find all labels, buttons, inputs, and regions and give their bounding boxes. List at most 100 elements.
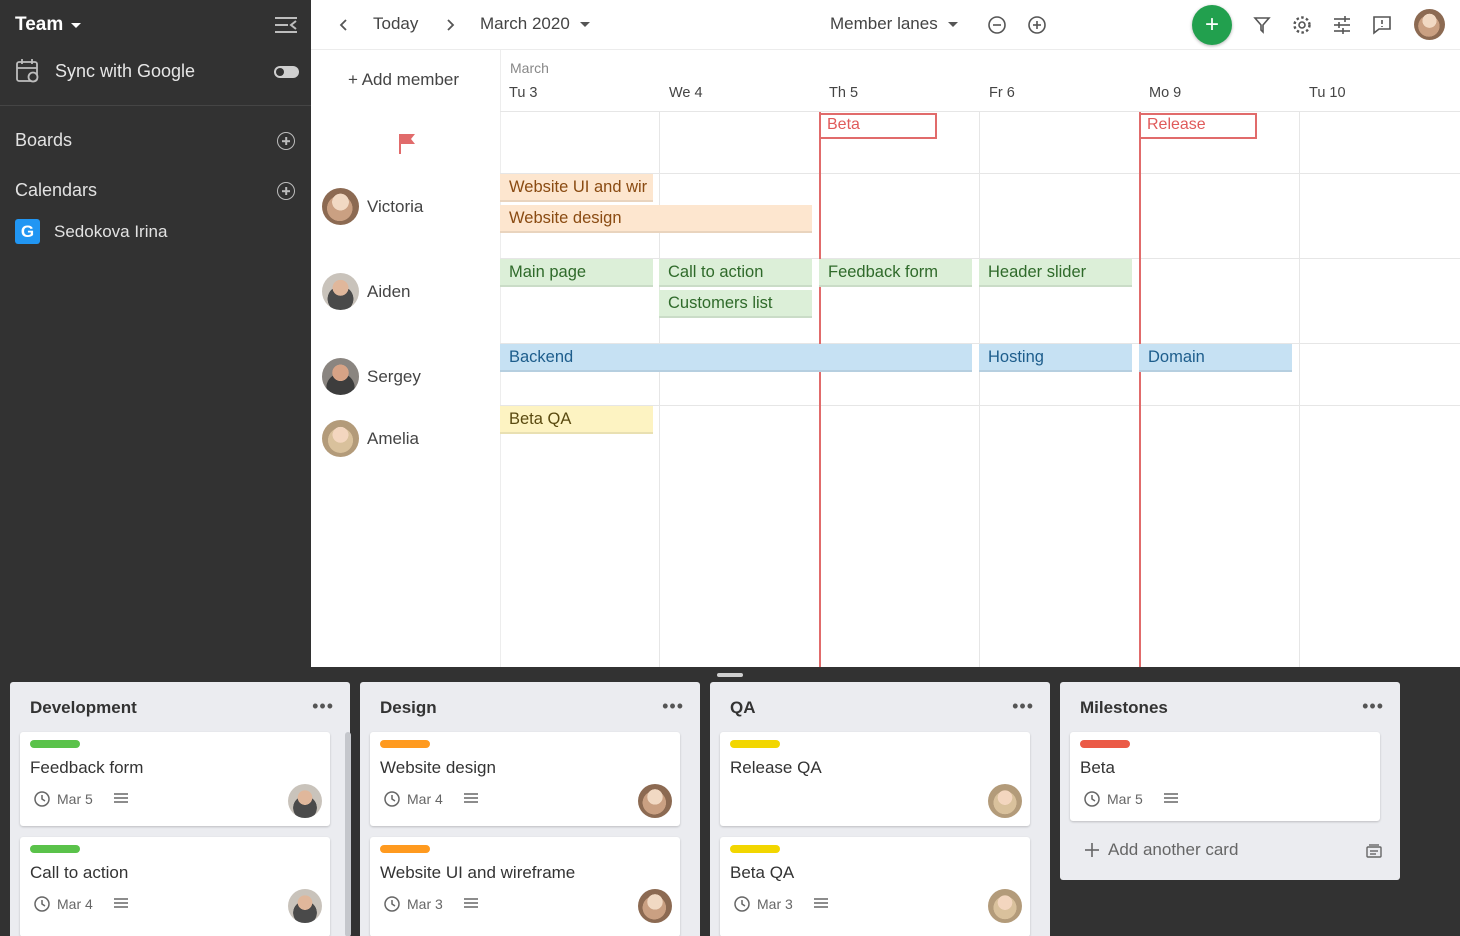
card[interactable]: Website design Mar 4 <box>370 732 680 826</box>
view-selector[interactable]: Member lanes <box>830 14 958 34</box>
milestone-beta[interactable]: Beta <box>819 113 937 139</box>
clock-icon <box>734 896 750 912</box>
add-button[interactable]: + <box>1192 5 1232 45</box>
more-icon[interactable]: ••• <box>1362 696 1384 717</box>
resize-handle[interactable] <box>717 673 743 677</box>
avatar <box>322 188 359 225</box>
user-avatar[interactable] <box>1414 9 1445 40</box>
flag-icon <box>399 134 415 154</box>
grid-line <box>979 112 980 667</box>
task-bar[interactable]: Hosting <box>979 344 1132 372</box>
list-title[interactable]: QA <box>730 698 756 718</box>
team-switcher[interactable]: Team <box>15 14 82 36</box>
grid-line <box>500 111 1460 112</box>
avatar <box>288 784 322 818</box>
sidebar: Team Sync with Google Boards Calendars G… <box>0 0 311 667</box>
filter-icon[interactable] <box>1251 14 1273 36</box>
description-icon <box>113 793 128 803</box>
description-icon <box>463 793 478 803</box>
list-title[interactable]: Design <box>380 698 437 718</box>
member-victoria[interactable]: Victoria <box>322 188 423 225</box>
day-header: We 4 <box>669 85 703 101</box>
card[interactable]: Beta QA Mar 3 <box>720 837 1030 936</box>
list-design: Design ••• Website design Mar 4 Website … <box>360 682 700 936</box>
card-meta: Mar 3 <box>733 895 829 913</box>
card[interactable]: Website UI and wireframe Mar 3 <box>370 837 680 936</box>
task-bar[interactable]: Customers list <box>659 290 812 318</box>
month-label: March 2020 <box>480 14 570 33</box>
description-icon <box>813 898 828 908</box>
scrollbar[interactable] <box>345 732 351 936</box>
month-header: March <box>510 60 549 76</box>
task-bar[interactable]: Feedback form <box>819 259 972 287</box>
card-meta: Mar 5 <box>1083 790 1179 808</box>
card-date: Mar 4 <box>407 791 443 807</box>
more-icon[interactable]: ••• <box>662 696 684 717</box>
chevron-down-icon <box>579 21 590 27</box>
add-member-button[interactable]: + Add member <box>348 70 459 90</box>
list-title[interactable]: Development <box>30 698 137 718</box>
card[interactable]: Call to action Mar 4 <box>20 837 330 936</box>
description-icon <box>113 898 128 908</box>
team-label: Team <box>15 14 64 35</box>
sliders-icon[interactable] <box>1331 14 1353 36</box>
card-date: Mar 5 <box>57 791 93 807</box>
add-calendar-icon[interactable] <box>277 182 295 200</box>
task-bar[interactable]: Call to action <box>659 259 812 287</box>
sidebar-item-calendar[interactable]: G Sedokova Irina <box>15 219 167 244</box>
month-picker[interactable]: March 2020 <box>480 14 590 34</box>
clock-icon <box>1084 791 1100 807</box>
sidebar-divider <box>0 105 311 106</box>
chevron-down-icon <box>71 22 82 28</box>
card-meta: Mar 3 <box>383 895 479 913</box>
day-header: Th 5 <box>829 85 859 101</box>
task-bar[interactable]: Beta QA <box>500 406 653 434</box>
card-date: Mar 3 <box>407 896 443 912</box>
task-bar[interactable]: Backend <box>500 344 972 372</box>
milestone-release[interactable]: Release <box>1139 113 1257 139</box>
task-bar[interactable]: Domain <box>1139 344 1292 372</box>
avatar <box>638 889 672 923</box>
more-icon[interactable]: ••• <box>1012 696 1034 717</box>
chevron-left-icon[interactable] <box>333 14 355 36</box>
avatar <box>322 273 359 310</box>
day-header: Fr 6 <box>989 85 1015 101</box>
card-title: Feedback form <box>30 758 144 777</box>
gear-icon[interactable] <box>1291 14 1313 36</box>
clock-icon <box>384 791 400 807</box>
toolbar: Today March 2020 Member lanes + <box>311 0 1460 50</box>
card-label <box>730 740 780 748</box>
sync-label: Sync with Google <box>55 60 196 81</box>
feedback-icon[interactable] <box>1371 14 1393 36</box>
card-title: Release QA <box>730 758 822 777</box>
task-bar[interactable]: Header slider <box>979 259 1132 287</box>
card[interactable]: Beta Mar 5 <box>1070 732 1380 821</box>
chevron-right-icon[interactable] <box>439 14 461 36</box>
task-bar[interactable]: Main page <box>500 259 653 287</box>
add-card-button[interactable]: Add another card <box>1084 840 1238 860</box>
sync-google[interactable]: Sync with Google <box>15 58 195 84</box>
calendars-heading[interactable]: Calendars <box>15 180 97 201</box>
more-icon[interactable]: ••• <box>312 696 334 717</box>
zoom-out-icon[interactable] <box>986 14 1008 36</box>
member-sergey[interactable]: Sergey <box>322 358 421 395</box>
zoom-in-icon[interactable] <box>1026 14 1048 36</box>
avatar <box>638 784 672 818</box>
member-name: Victoria <box>367 196 424 216</box>
card-title: Call to action <box>30 863 129 882</box>
boards-heading[interactable]: Boards <box>15 130 72 151</box>
sync-toggle[interactable] <box>274 66 299 78</box>
clock-icon <box>384 896 400 912</box>
card[interactable]: Feedback form Mar 5 <box>20 732 330 826</box>
calendar-view: + Add member March Tu 3 We 4 Th 5 Fr 6 M… <box>311 50 1460 667</box>
collapse-sidebar-icon[interactable] <box>274 16 298 34</box>
list-title[interactable]: Milestones <box>1080 698 1168 718</box>
card-template-icon[interactable] <box>1366 844 1382 858</box>
today-button[interactable]: Today <box>373 14 418 34</box>
add-board-icon[interactable] <box>277 132 295 150</box>
task-bar[interactable]: Website design <box>500 205 812 233</box>
card[interactable]: Release QA <box>720 732 1030 826</box>
member-aiden[interactable]: Aiden <box>322 273 410 310</box>
task-bar[interactable]: Website UI and wir <box>500 174 653 202</box>
member-amelia[interactable]: Amelia <box>322 420 419 457</box>
